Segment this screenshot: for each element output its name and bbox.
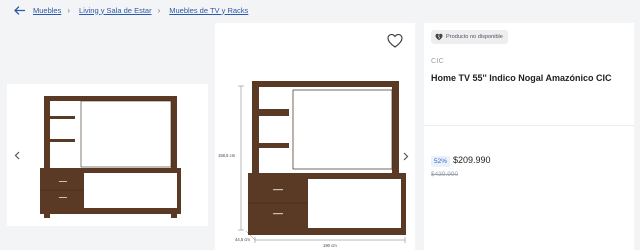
breadcrumb-item-tv-racks[interactable]: Muebles de TV y Racks (169, 6, 248, 15)
product-title: Home TV 55'' Indico Nogal Amazónico CIC (431, 73, 612, 83)
section-divider (424, 125, 634, 126)
availability-badge-text: Producto no disponible (446, 34, 503, 40)
dimension-depth-label: 44,5 cm (235, 237, 250, 242)
current-price: $209.990 (453, 155, 491, 165)
product-page: Muebles › Living y Sala de Estar › Muebl… (0, 0, 640, 250)
back-button[interactable] (12, 3, 26, 17)
dimension-width-label: 190 cm (323, 243, 337, 248)
breadcrumb: Muebles › Living y Sala de Estar › Muebl… (12, 3, 248, 17)
breadcrumb-item-muebles[interactable]: Muebles (33, 6, 61, 15)
broken-heart-icon (435, 33, 443, 41)
breadcrumb-item-living[interactable]: Living y Sala de Estar (79, 6, 152, 15)
product-main-image[interactable]: 158,5 cm 44,5 cm 190 cm (215, 23, 415, 250)
tv-unit-image (40, 96, 181, 218)
breadcrumb-separator: › (67, 5, 71, 15)
discount-badge: 52% (431, 156, 451, 167)
arrow-left-icon (13, 5, 25, 15)
original-price: $439.990 (431, 171, 459, 178)
availability-badge: Producto no disponible (431, 30, 508, 44)
dimension-height-label: 158,5 cm (218, 153, 236, 158)
product-thumbnail[interactable] (7, 84, 208, 226)
tv-unit-dimension-image: 158,5 cm 44,5 cm 190 cm (218, 81, 406, 248)
product-info-card: Producto no disponible CIC Home TV 55'' … (424, 23, 634, 250)
product-brand[interactable]: CIC (431, 58, 444, 65)
breadcrumb-separator: › (157, 5, 161, 15)
